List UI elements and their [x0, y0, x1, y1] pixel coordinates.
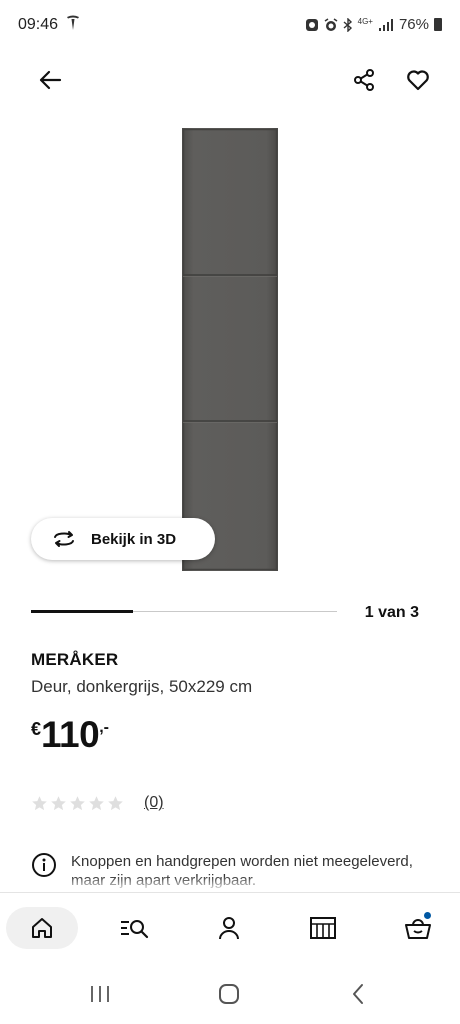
- top-app-bar: [0, 52, 460, 108]
- rating-count[interactable]: (0): [144, 794, 164, 812]
- nav-cart[interactable]: [382, 907, 454, 949]
- product-description: Deur, donkergrijs, 50x229 cm: [31, 677, 253, 696]
- product-image[interactable]: [182, 128, 278, 571]
- view-in-3d-label: Bekijk in 3D: [91, 530, 177, 548]
- share-button[interactable]: [346, 64, 382, 96]
- view-in-3d-button[interactable]: Bekijk in 3D: [31, 518, 215, 560]
- system-home-button[interactable]: [215, 982, 243, 1006]
- battery-level: 76%: [398, 16, 429, 33]
- home-icon: [32, 918, 52, 938]
- recents-icon: [91, 986, 109, 1002]
- gallery-progress-fill: [31, 610, 133, 613]
- tesla-logo-icon: [66, 15, 80, 35]
- heart-icon: [407, 70, 429, 91]
- product-name: MERÅKER: [31, 650, 119, 669]
- nav-profile[interactable]: [193, 907, 265, 949]
- price-currency: €: [31, 719, 42, 739]
- status-time: 09:46: [18, 16, 59, 33]
- product-rating[interactable]: (0): [31, 794, 164, 812]
- cart-badge: [424, 912, 431, 919]
- system-back-button[interactable]: [344, 982, 372, 1006]
- person-icon: [219, 917, 239, 940]
- product-price: € 110 ,-: [31, 713, 109, 757]
- alarm-icon: [324, 17, 338, 31]
- price-amount: 110: [41, 714, 100, 755]
- home-circle-icon: [219, 984, 239, 1004]
- system-navigation: [0, 962, 460, 1024]
- share-icon: [354, 69, 374, 91]
- star-icon: [51, 795, 66, 810]
- nav-search[interactable]: [98, 907, 170, 949]
- silent-icon: [305, 18, 318, 31]
- arrow-left-icon: [39, 70, 62, 90]
- star-icon: [89, 795, 104, 810]
- shopping-bag-icon: [405, 919, 431, 939]
- nav-store[interactable]: [287, 907, 359, 949]
- signal-icon: [378, 18, 393, 31]
- rating-stars: [31, 795, 124, 812]
- star-icon: [108, 795, 123, 810]
- gallery-progress-track: [31, 610, 337, 613]
- status-bar: 09:46 4G+ 76%: [0, 0, 460, 52]
- nav-home[interactable]: [6, 907, 78, 949]
- bottom-navigation: [0, 892, 460, 962]
- status-icons: 4G+ 76%: [305, 16, 442, 33]
- store-icon: [310, 917, 336, 939]
- star-icon: [70, 795, 85, 810]
- network-type: 4G+: [357, 16, 373, 26]
- chevron-left-icon: [353, 984, 363, 1004]
- battery-icon: [434, 18, 442, 31]
- star-icon: [32, 795, 47, 810]
- recents-button[interactable]: [86, 982, 114, 1006]
- search-list-icon: [121, 920, 149, 939]
- info-icon: [32, 853, 56, 877]
- back-button[interactable]: [32, 64, 68, 96]
- bluetooth-icon: [343, 17, 352, 32]
- scroll-fade: [0, 876, 460, 892]
- favorite-button[interactable]: [400, 64, 436, 96]
- price-suffix: ,-: [99, 719, 109, 736]
- rotate-3d-icon: [54, 531, 74, 547]
- gallery-position: 1 van 3: [364, 604, 419, 621]
